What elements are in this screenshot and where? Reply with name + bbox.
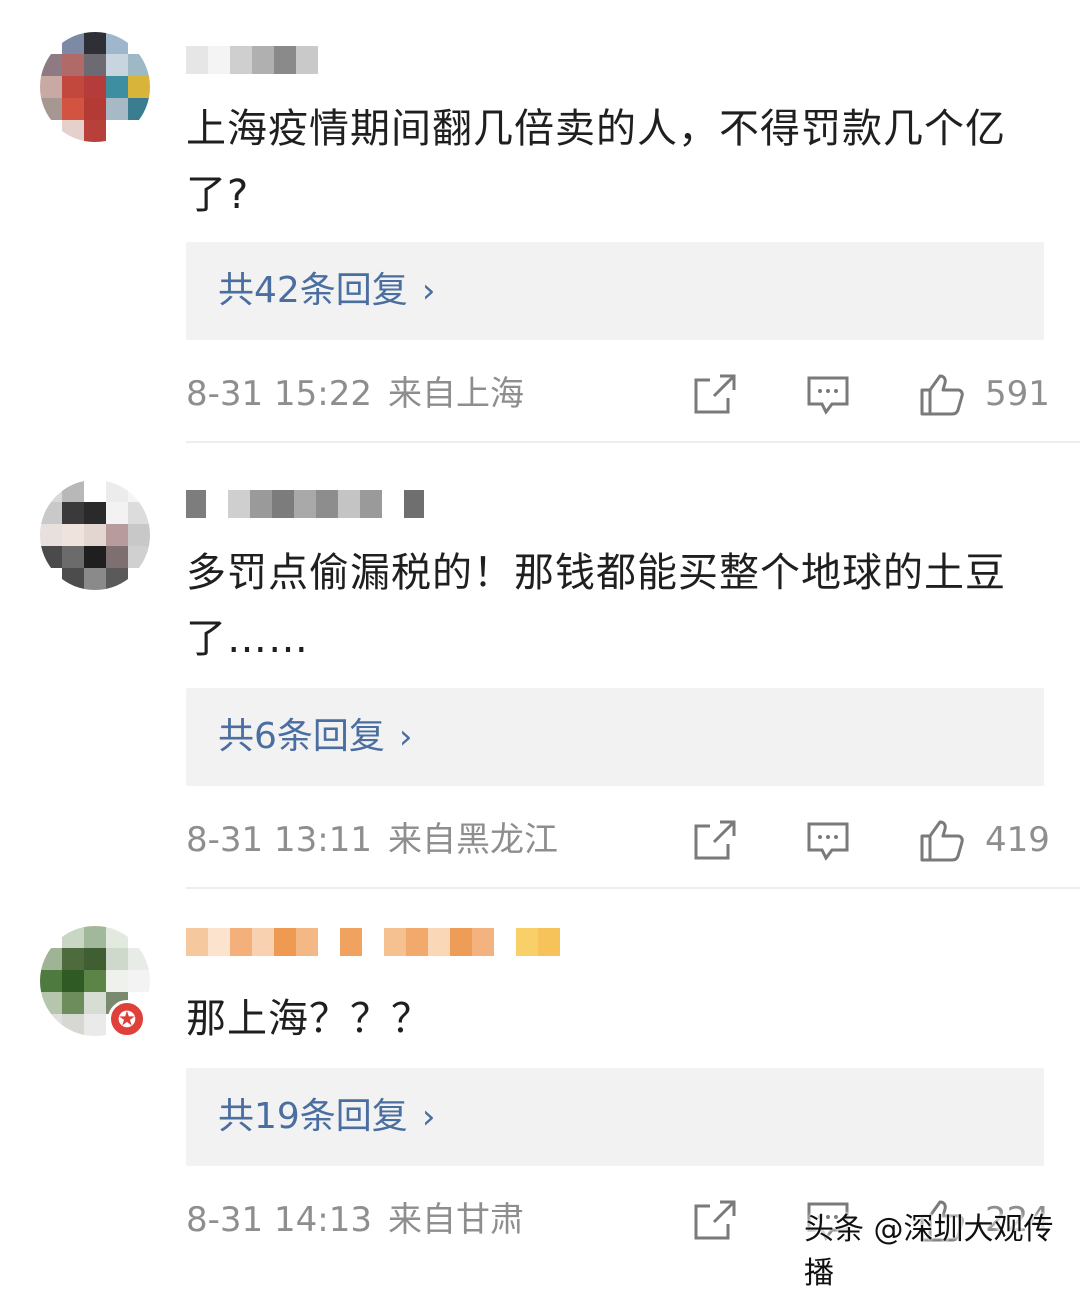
comment-icon[interactable] — [806, 372, 850, 416]
username-blurred[interactable] — [186, 928, 560, 956]
share-icon[interactable] — [690, 372, 738, 416]
verified-badge-icon: ✪ — [108, 1000, 146, 1038]
thumbs-up-icon[interactable] — [918, 818, 966, 864]
chevron-right-icon: › — [421, 271, 436, 311]
comment-meta: 8-31 15:22 来自上海 — [186, 374, 524, 414]
replies-label: 共6条回复 — [218, 716, 385, 757]
action-bar: 419 — [690, 818, 1050, 864]
chevron-right-icon: › — [421, 1097, 436, 1137]
view-replies-button[interactable]: 共19条回复 › — [186, 1068, 1044, 1166]
username-blurred[interactable] — [186, 490, 424, 518]
location: 来自上海 — [387, 374, 524, 414]
comment-meta: 8-31 13:11 来自黑龙江 — [186, 820, 558, 860]
location: 来自黑龙江 — [387, 820, 558, 860]
avatar[interactable] — [40, 32, 150, 142]
share-icon[interactable] — [690, 818, 738, 862]
timestamp: 8-31 13:11 — [186, 820, 372, 860]
view-replies-button[interactable]: 共6条回复 › — [186, 688, 1044, 786]
watermark: 头条 @深圳大观传播 — [804, 1212, 1054, 1291]
like-count: 591 — [985, 374, 1050, 414]
chevron-right-icon: › — [398, 717, 413, 757]
timestamp: 8-31 15:22 — [186, 374, 372, 414]
comment-meta: 8-31 14:13 来自甘肃 — [186, 1200, 524, 1240]
divider — [186, 441, 1080, 443]
location: 来自甘肃 — [387, 1200, 524, 1240]
replies-label: 共42条回复 — [218, 270, 408, 311]
like-count: 419 — [985, 820, 1050, 860]
timestamp: 8-31 14:13 — [186, 1200, 372, 1240]
comment-icon[interactable] — [806, 818, 850, 862]
comment-text: 上海疫情期间翻几倍卖的人，不得罚款几个亿了? — [186, 106, 1006, 218]
comment-text: 那上海？？？ — [186, 996, 432, 1042]
avatar[interactable] — [40, 480, 150, 590]
share-icon[interactable] — [690, 1198, 738, 1242]
view-replies-button[interactable]: 共42条回复 › — [186, 242, 1044, 340]
action-bar: 591 — [690, 372, 1050, 418]
replies-label: 共19条回复 — [218, 1096, 408, 1137]
comment-text: 多罚点偷漏税的！那钱都能买整个地球的土豆了…… — [186, 550, 1006, 662]
username-blurred[interactable] — [186, 46, 318, 74]
thumbs-up-icon[interactable] — [918, 372, 966, 418]
divider — [186, 887, 1080, 889]
